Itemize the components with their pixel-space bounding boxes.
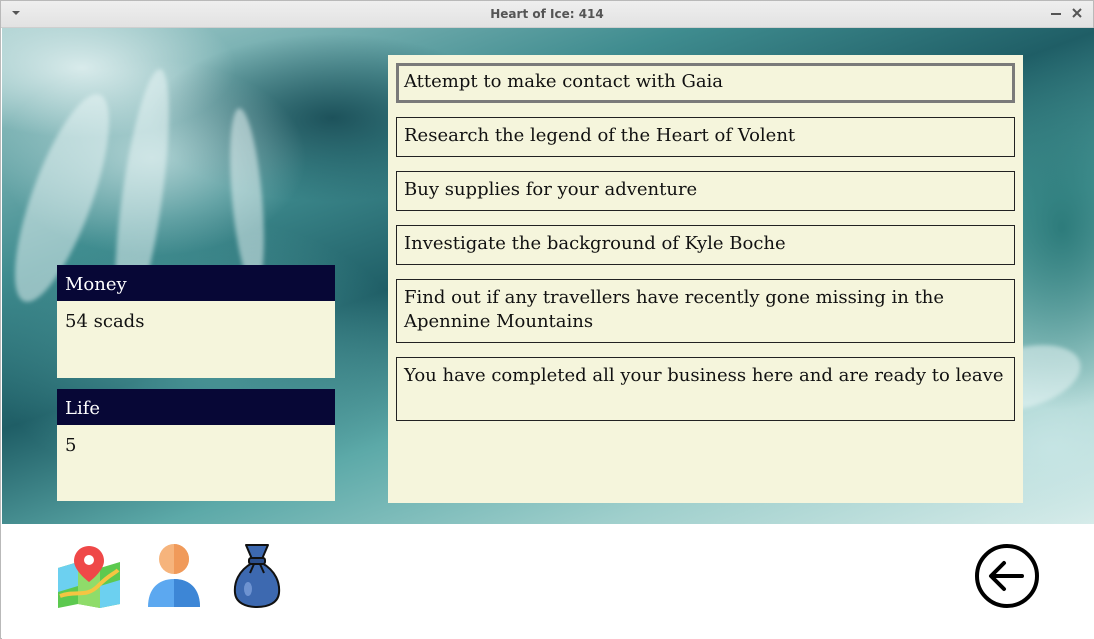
- back-arrow-icon[interactable]: [974, 543, 1040, 609]
- title-bar: Heart of Ice: 414: [1, 1, 1093, 28]
- stat-label: Money: [57, 265, 335, 301]
- close-icon[interactable]: [1070, 5, 1084, 21]
- stat-panel-money: Money 54 scads: [57, 265, 335, 378]
- stat-label: Life: [57, 389, 335, 425]
- choice-missing-travellers[interactable]: Find out if any travellers have recently…: [396, 279, 1015, 343]
- inventory-bag-icon[interactable]: [232, 543, 282, 609]
- stat-value: 54 scads: [65, 311, 145, 332]
- game-window: Heart of Ice: 414 Money 54 scads Life 5 …: [0, 0, 1094, 639]
- choice-research-heart-of-volent[interactable]: Research the legend of the Heart of Vole…: [396, 117, 1015, 157]
- stat-panel-life: Life 5: [57, 389, 335, 501]
- choice-buy-supplies[interactable]: Buy supplies for your adventure: [396, 171, 1015, 211]
- stat-value: 5: [65, 435, 77, 456]
- choice-ready-to-leave[interactable]: You have completed all your business her…: [396, 357, 1015, 421]
- choices-panel: Attempt to make contact with Gaia Resear…: [388, 55, 1023, 503]
- minimize-icon[interactable]: [1049, 5, 1063, 21]
- choice-contact-gaia[interactable]: Attempt to make contact with Gaia: [396, 63, 1015, 103]
- map-icon[interactable]: [56, 546, 122, 608]
- window-title: Heart of Ice: 414: [490, 7, 604, 21]
- choice-investigate-kyle-boche[interactable]: Investigate the background of Kyle Boche: [396, 225, 1015, 265]
- character-icon[interactable]: [146, 543, 202, 609]
- bottom-toolbar: [2, 524, 1094, 639]
